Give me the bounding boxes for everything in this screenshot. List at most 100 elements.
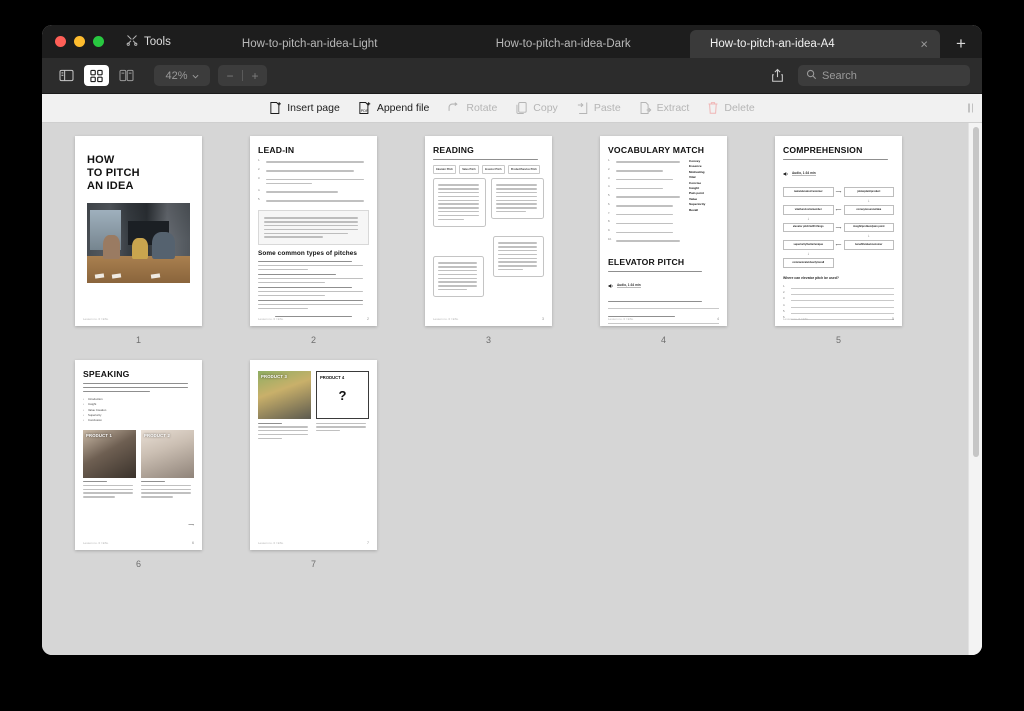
audio-label: Audio, 1:34 min — [792, 170, 816, 176]
scrollbar-thumb[interactable] — [973, 127, 979, 457]
footer-page-number: 3 — [542, 317, 544, 321]
flow-box: benefit/value/customer — [843, 240, 894, 251]
paste-button[interactable]: Paste — [576, 101, 621, 115]
pitch-cards-area — [433, 177, 544, 306]
insert-page-button[interactable]: Insert page — [269, 101, 340, 115]
footer-page-number: 7 — [367, 541, 369, 545]
vertical-scrollbar[interactable] — [968, 123, 982, 655]
product-card-3: PRODUCT 3 — [258, 371, 311, 441]
product-4-caption: PRODUCT 4 — [320, 375, 345, 380]
search-placeholder: Search — [822, 69, 857, 82]
page-thumbnail-3[interactable]: READING Elevator Pitch Sales Pitch Inves… — [425, 136, 552, 326]
search-input[interactable]: Search — [798, 65, 970, 86]
product-4-text — [316, 422, 369, 432]
page-cell[interactable]: READING Elevator Pitch Sales Pitch Inves… — [401, 136, 576, 345]
search-icon — [806, 67, 817, 85]
page-footer: Lesson no. 0 / ESL 3 — [433, 317, 544, 321]
page-actions-toolbar: Insert page PDF Append file Rotate Copy … — [42, 94, 982, 123]
pitch-card-1 — [433, 177, 487, 227]
zoom-level-dropdown[interactable]: 42% — [154, 65, 210, 86]
page-number-label: 6 — [135, 559, 141, 569]
arrow-down-icon: ↓ — [867, 198, 870, 204]
product-1-image: PRODUCT 1 — [83, 429, 136, 478]
append-file-button[interactable]: PDF Append file — [358, 101, 430, 115]
page-cell[interactable]: SPEAKING Introduction Insight Value Crea… — [51, 360, 226, 569]
product-card-2: PRODUCT 2 — [141, 429, 194, 500]
page-number-label: 4 — [660, 335, 666, 345]
page-cell[interactable]: COMPREHENSION Audio, 1:34 min name/eleva… — [751, 136, 926, 345]
footer-page-number: 5 — [892, 317, 894, 321]
new-tab-button[interactable]: + — [940, 30, 982, 58]
product-card-1: PRODUCT 1 — [83, 429, 136, 500]
word-bank: Convey Essence Motivating Vital Concise … — [689, 159, 719, 247]
zoom-level-value: 42% — [165, 69, 188, 82]
page-cell[interactable]: HOW TO PITCH AN IDEA Lesson no. 0 / ESL … — [51, 136, 226, 345]
zoom-out-button[interactable]: − — [218, 69, 242, 83]
tag-sales-pitch[interactable]: Sales Pitch — [459, 165, 479, 174]
extract-icon — [639, 101, 652, 115]
product-3-caption: PRODUCT 3 — [261, 374, 287, 379]
flow-box: vital/service/remember — [783, 205, 834, 215]
close-icon[interactable]: × — [920, 38, 928, 51]
paste-label: Paste — [593, 102, 621, 114]
question-list: 1. 2. 3. 4. 5. — [258, 159, 369, 204]
page-grid-canvas[interactable]: HOW TO PITCH AN IDEA Lesson no. 0 / ESL … — [42, 123, 982, 655]
grid-view-button[interactable] — [84, 65, 109, 86]
next-arrow-icon: ⟶ — [188, 521, 194, 527]
arrow-down-icon: ↓ — [867, 233, 870, 239]
product-4-placeholder: PRODUCT 4 ? — [316, 371, 369, 419]
tag-investor-pitch[interactable]: Investor Pitch — [481, 165, 505, 174]
close-window-button[interactable] — [55, 36, 66, 47]
zoom-in-button[interactable]: + — [243, 69, 267, 83]
extract-button[interactable]: Extract — [639, 101, 690, 115]
product-2-caption: PRODUCT 2 — [144, 432, 170, 438]
page-cell[interactable]: VOCABULARY MATCH 1. 2. 3. 4. 5. 6. 7. 8.… — [576, 136, 751, 345]
footer-text: Lesson no. 0 / ESL — [83, 541, 109, 545]
trash-icon — [707, 101, 719, 115]
page-thumbnail-2[interactable]: LEAD-IN 1. 2. 3. 4. 5. Some common types… — [250, 136, 377, 326]
audio-player[interactable]: Audio, 1:34 min — [608, 276, 719, 294]
footer-text: Lesson no. 0 / ESL — [608, 317, 634, 321]
share-icon[interactable] — [766, 65, 788, 87]
two-page-view-button[interactable] — [114, 65, 139, 86]
page-thumbnail-5[interactable]: COMPREHENSION Audio, 1:34 min name/eleva… — [775, 136, 902, 326]
page-thumbnail-1[interactable]: HOW TO PITCH AN IDEA Lesson no. 0 / ESL — [75, 136, 202, 326]
copy-button[interactable]: Copy — [515, 101, 558, 115]
delete-button[interactable]: Delete — [707, 101, 755, 115]
page-cell[interactable]: LEAD-IN 1. 2. 3. 4. 5. Some common types… — [226, 136, 401, 345]
sidebar-view-button[interactable] — [54, 65, 79, 86]
product-card-4: PRODUCT 4 ? — [316, 371, 369, 441]
rotate-button[interactable]: Rotate — [447, 101, 497, 115]
definition-box — [258, 210, 369, 246]
append-file-label: Append file — [376, 102, 430, 114]
product-grid: PRODUCT 1 PRODUCT 2 — [83, 429, 194, 500]
speaking-instruction — [83, 383, 194, 392]
product-grid: PRODUCT 3 PRODUCT 4 ? — [258, 371, 369, 441]
tab-a4[interactable]: How-to-pitch-an-idea-A4 × — [690, 30, 941, 58]
page-thumbnail-4[interactable]: VOCABULARY MATCH 1. 2. 3. 4. 5. 6. 7. 8.… — [600, 136, 727, 326]
tab-label: How-to-pitch-an-idea-Dark — [495, 38, 631, 50]
cover-title-line-2: TO PITCH — [87, 166, 140, 179]
copy-icon — [515, 101, 528, 115]
extract-label: Extract — [656, 102, 690, 114]
product-1-caption: PRODUCT 1 — [86, 432, 112, 438]
tag-elevator-pitch[interactable]: Elevator Pitch — [433, 165, 457, 174]
cover-title-line-3: AN IDEA — [87, 179, 134, 192]
tab-light[interactable]: How-to-pitch-an-idea-Light — [182, 30, 437, 58]
tab-bar: Tools How-to-pitch-an-idea-Light How-to-… — [42, 25, 982, 58]
panel-resize-handle[interactable] — [968, 103, 973, 113]
minimize-window-button[interactable] — [74, 36, 85, 47]
page-thumbnail-6[interactable]: SPEAKING Introduction Insight Value Crea… — [75, 360, 202, 550]
tab-dark[interactable]: How-to-pitch-an-idea-Dark — [436, 30, 691, 58]
page-cell[interactable]: PRODUCT 3 PRODUCT 4 ? Lesson no. 0 / ESL… — [226, 360, 401, 569]
pitch-card-3 — [492, 235, 544, 278]
bullet-item: Conclusion — [83, 418, 194, 424]
tag-product-service-pitch[interactable]: Product/Service Pitch — [507, 165, 540, 174]
chevron-down-icon — [192, 70, 199, 82]
tools-menu-button[interactable]: Tools — [114, 25, 183, 58]
flow-box: elevator pitch/tell/3 things — [783, 222, 834, 233]
word-item: Recall — [689, 207, 699, 212]
page-thumbnail-7[interactable]: PRODUCT 3 PRODUCT 4 ? Lesson no. 0 / ESL… — [250, 360, 377, 550]
audio-player[interactable]: Audio, 1:34 min — [783, 164, 894, 182]
maximize-window-button[interactable] — [93, 36, 104, 47]
